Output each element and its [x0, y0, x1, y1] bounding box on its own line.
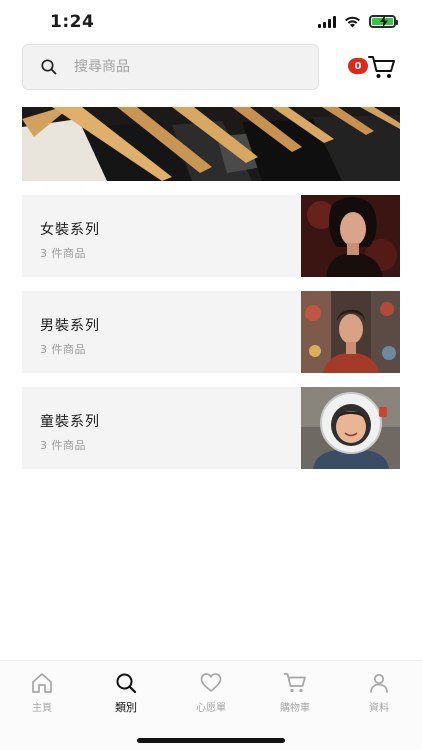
- banner-image[interactable]: [22, 107, 400, 181]
- home-icon: [32, 673, 52, 693]
- tab-label: 心愿單: [196, 703, 226, 714]
- status-time: 1:24: [50, 12, 95, 32]
- category-card-kids[interactable]: 童裝系列 3 件商品: [22, 387, 400, 469]
- tab-label: 購物車: [280, 703, 310, 714]
- search-icon: [116, 673, 137, 694]
- category-count: 3 件商品: [40, 439, 86, 452]
- bottom-tab-bar: 主頁 類別 心愿單 購物車 資料: [0, 660, 422, 750]
- cart-count-badge: 0: [348, 58, 368, 74]
- wifi-icon: [345, 16, 360, 27]
- category-card-women[interactable]: 女裝系列 3 件商品: [22, 195, 400, 277]
- search-icon: [41, 59, 57, 75]
- category-photo-women: [301, 195, 400, 277]
- category-title: 男裝系列: [40, 318, 100, 334]
- tab-home[interactable]: 主頁: [12, 671, 72, 714]
- cart-icon: [368, 56, 395, 78]
- battery-charging-icon: [369, 15, 398, 28]
- category-photo-men: [301, 291, 400, 373]
- status-bar: 1:24: [0, 0, 422, 44]
- category-count: 3 件商品: [40, 247, 86, 260]
- cart-button[interactable]: 0: [346, 52, 398, 84]
- category-card-men[interactable]: 男裝系列 3 件商品: [22, 291, 400, 373]
- tab-profile[interactable]: 資料: [349, 671, 409, 714]
- tab-label: 主頁: [32, 703, 52, 714]
- tab-cart[interactable]: 購物車: [265, 671, 325, 714]
- home-indicator: [137, 738, 285, 743]
- search-bar[interactable]: [22, 44, 319, 90]
- category-count: 3 件商品: [40, 343, 86, 356]
- clothes-hangers-image: [22, 107, 400, 181]
- tab-label: 類別: [115, 701, 137, 714]
- category-photo-kids: [301, 387, 400, 469]
- signal-icon: [318, 15, 336, 28]
- person-icon: [370, 673, 388, 693]
- tab-wishlist[interactable]: 心愿單: [181, 671, 241, 714]
- heart-icon: [200, 673, 222, 692]
- category-title: 女裝系列: [40, 222, 100, 238]
- category-title: 童裝系列: [40, 414, 100, 430]
- tab-categories[interactable]: 類別: [96, 671, 156, 715]
- cart-icon: [283, 673, 306, 693]
- tab-label: 資料: [369, 703, 389, 714]
- status-icons: [318, 15, 398, 28]
- search-input[interactable]: [74, 59, 294, 75]
